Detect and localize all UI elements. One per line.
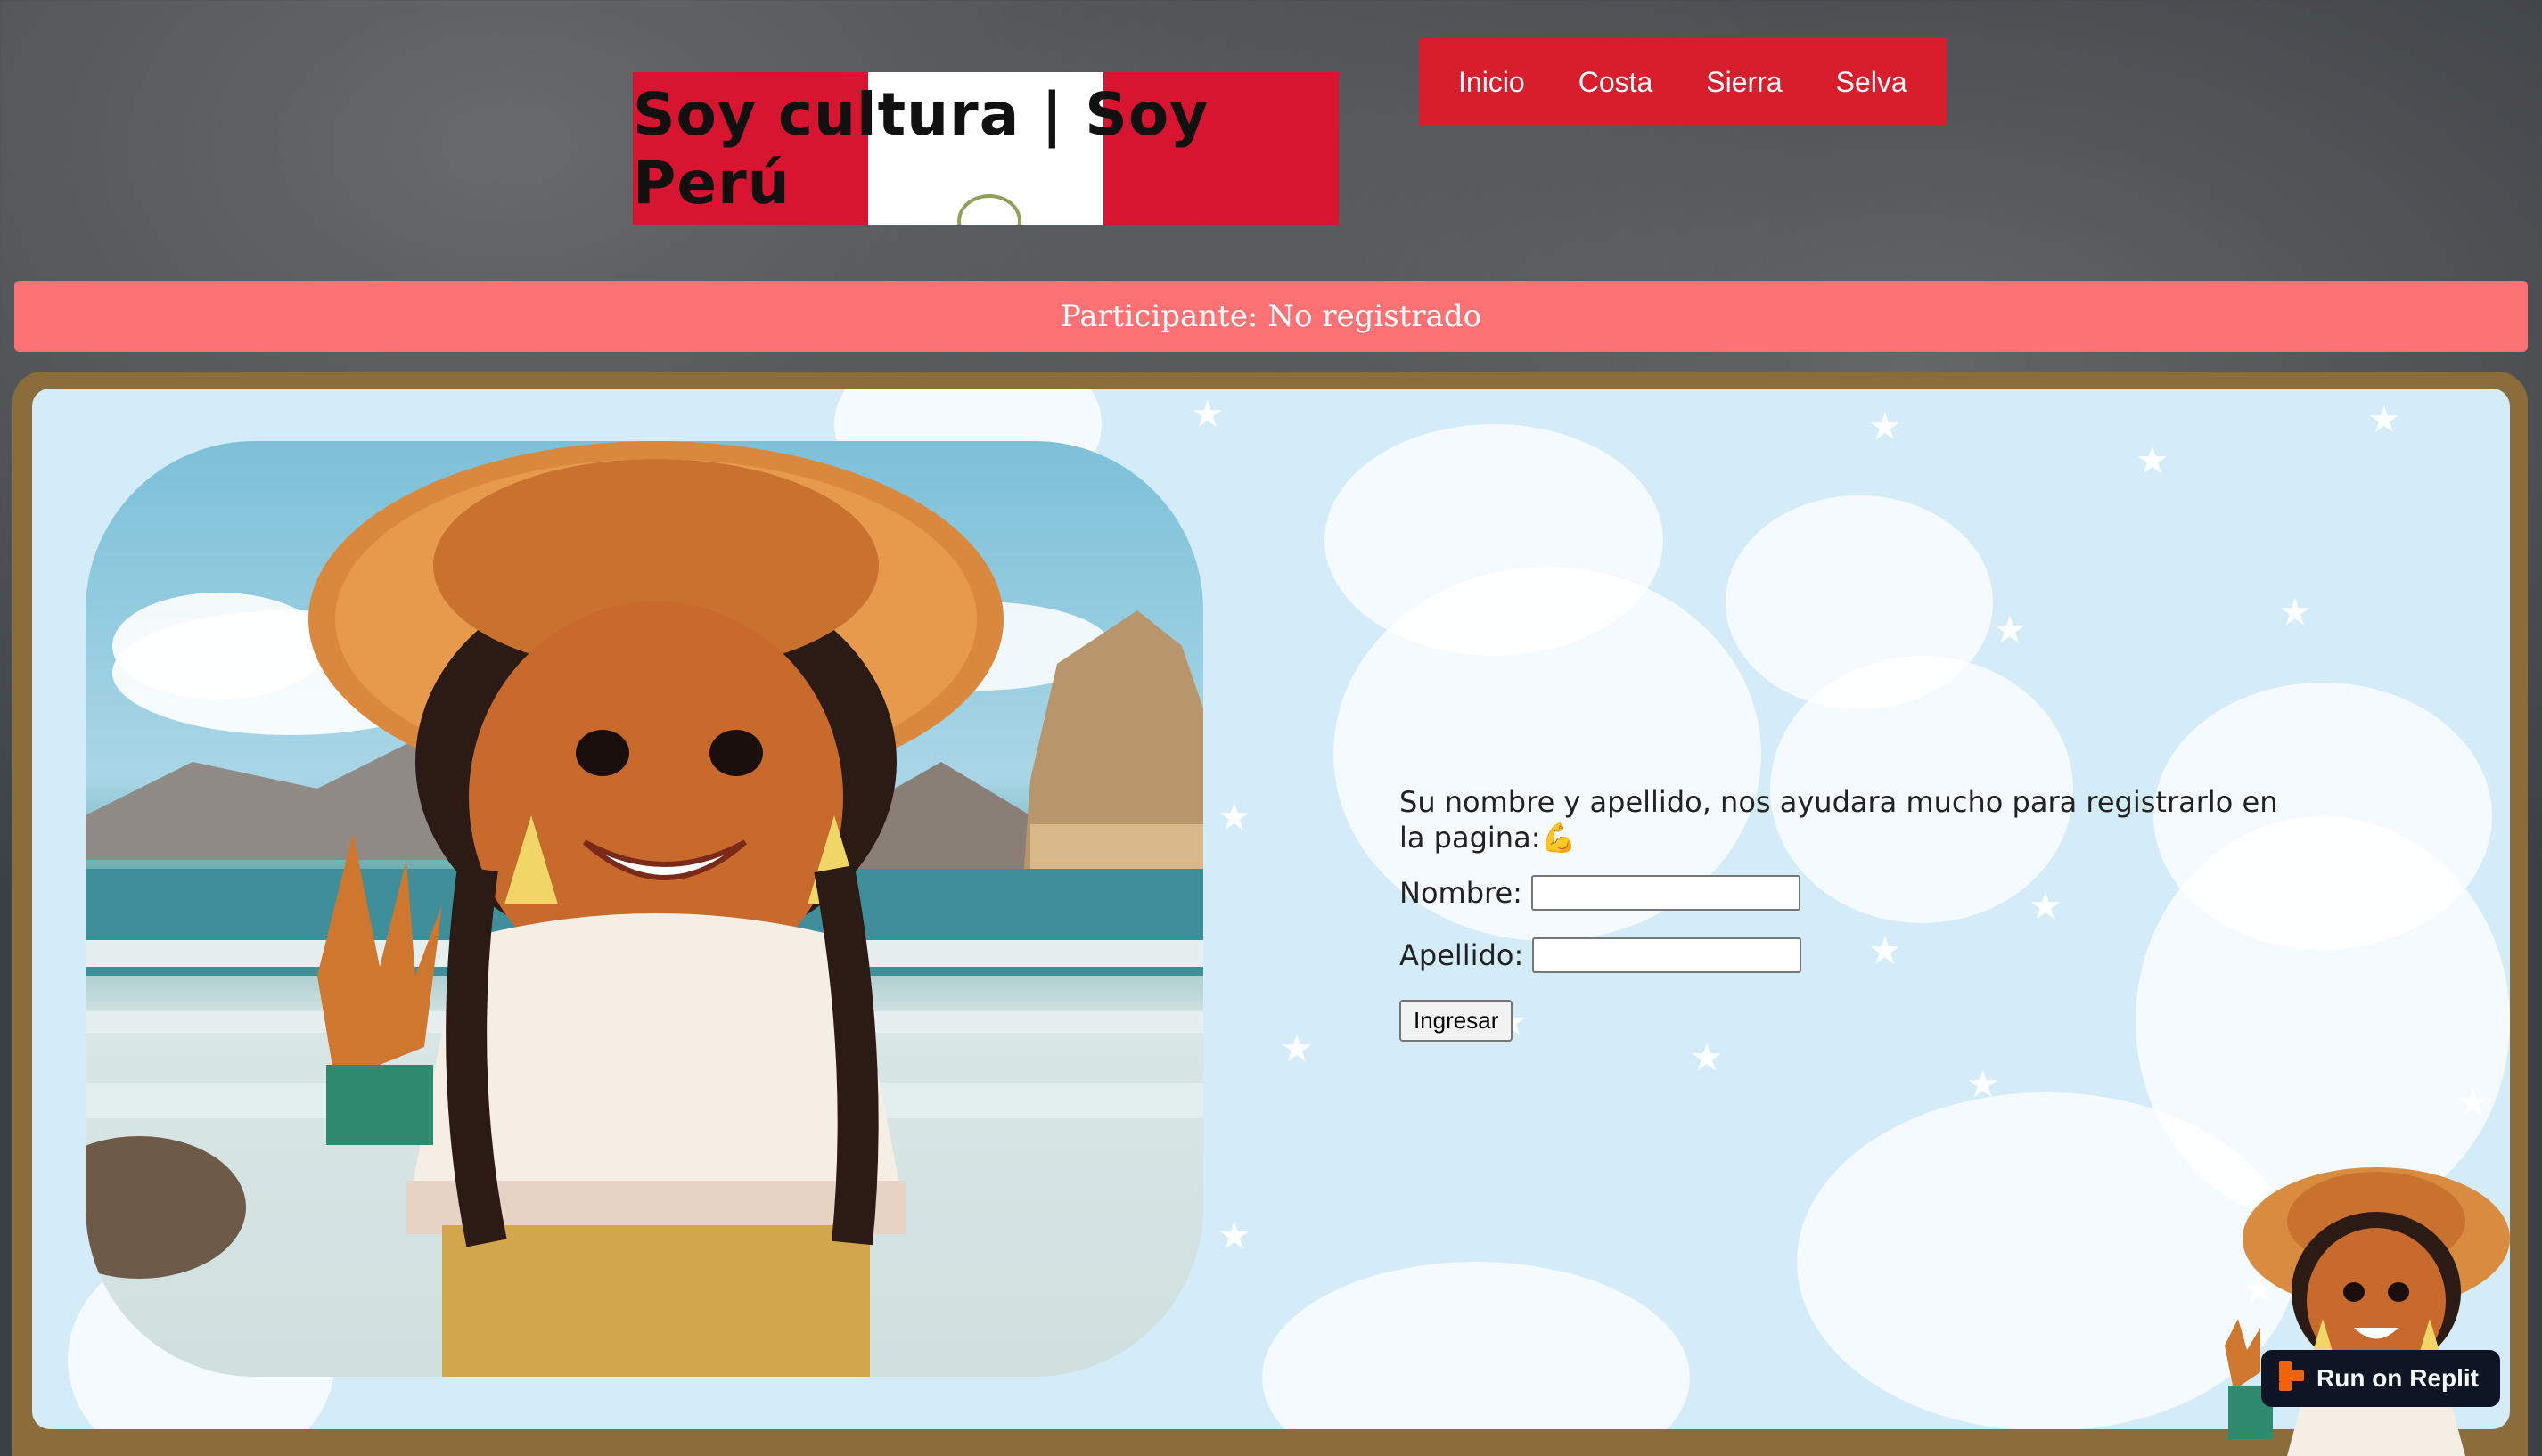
last-name-input[interactable] xyxy=(1532,937,1802,973)
nav-item-sierra[interactable]: Sierra xyxy=(1679,66,1808,99)
run-on-replit-label: Run on Replit xyxy=(2316,1364,2479,1392)
logo-text: Soy cultura | Soy Perú xyxy=(633,79,1210,217)
participant-status-bar: Participante: No registrado xyxy=(14,281,2528,352)
replit-icon xyxy=(2279,1360,2304,1397)
nav-item-inicio[interactable]: Inicio xyxy=(1431,66,1552,99)
mascot-girl-illustration xyxy=(2225,1167,2510,1456)
first-name-label: Nombre: xyxy=(1399,876,1522,910)
ingresar-button[interactable]: Ingresar xyxy=(1399,1000,1513,1042)
nav-item-costa[interactable]: Costa xyxy=(1552,66,1680,99)
registration-form: Su nombre y apellido, nos ayudara mucho … xyxy=(1399,784,2291,1042)
site-logo[interactable]: Soy cultura | Soy Perú xyxy=(633,72,1339,225)
hero-image xyxy=(86,441,1203,1377)
last-name-row: Apellido: xyxy=(1399,937,2291,973)
participant-status-text: Participante: No registrado xyxy=(1060,299,1482,334)
girl-illustration xyxy=(86,441,1203,1377)
run-on-replit-button[interactable]: Run on Replit xyxy=(2261,1350,2500,1407)
last-name-label: Apellido: xyxy=(1399,938,1524,972)
main-nav: Inicio Costa Sierra Selva xyxy=(1419,38,1947,126)
first-name-row: Nombre: xyxy=(1399,875,2291,911)
mascot-image xyxy=(2207,1158,2510,1456)
nav-item-selva[interactable]: Selva xyxy=(1809,66,1934,99)
first-name-input[interactable] xyxy=(1530,875,1800,911)
form-intro-text: Su nombre y apellido, nos ayudara mucho … xyxy=(1399,785,2278,855)
